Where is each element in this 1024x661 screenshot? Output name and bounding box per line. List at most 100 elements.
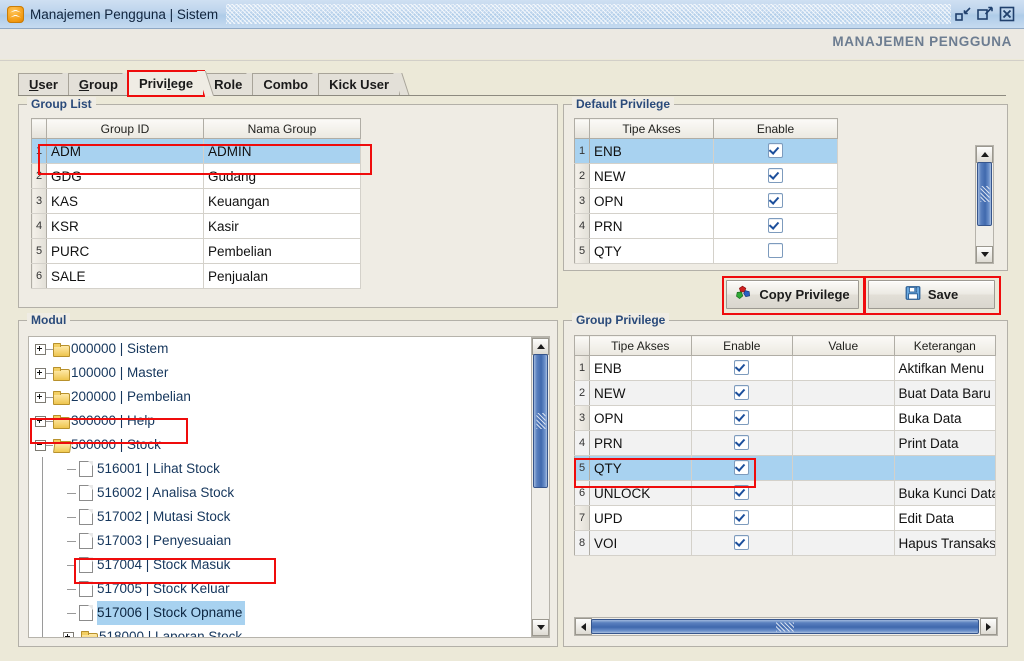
enable-cell[interactable]	[713, 238, 838, 264]
enable-checkbox[interactable]	[734, 510, 750, 525]
keterangan-cell[interactable]: Edit Data	[894, 505, 996, 531]
enable-checkbox[interactable]	[734, 535, 750, 550]
column-header[interactable]: Tipe Akses	[589, 118, 714, 139]
enable-checkbox[interactable]	[768, 218, 783, 233]
table-row[interactable]: 1 ENB Aktifkan Menu	[574, 355, 996, 381]
table-row[interactable]: 3 OPN	[574, 188, 838, 214]
table-row[interactable]: 4 PRN Print Data	[574, 430, 996, 456]
tree-node[interactable]: 517005 | Stock Keluar	[29, 577, 549, 601]
table-row[interactable]: 4 PRN	[574, 213, 838, 239]
table-row[interactable]: 5 PURC Pembelian	[31, 238, 361, 264]
table-row[interactable]: 5 QTY	[574, 238, 838, 264]
copy-privilege-button[interactable]: Copy Privilege	[726, 280, 859, 309]
keterangan-cell[interactable]: Hapus Transaksi	[894, 530, 996, 556]
modul-tree-scrollbar[interactable]	[531, 337, 550, 637]
enable-checkbox[interactable]	[734, 360, 750, 375]
enable-cell[interactable]	[713, 188, 838, 214]
group-name-cell[interactable]: ADMIN	[203, 138, 361, 164]
tab-privilege[interactable]: Privilege	[126, 70, 215, 97]
enable-checkbox[interactable]	[734, 435, 750, 450]
column-header[interactable]: Nama Group	[203, 118, 361, 139]
tree-expand-icon[interactable]	[63, 631, 74, 637]
group-id-cell[interactable]: ADM	[46, 138, 204, 164]
keterangan-cell[interactable]: Aktifkan Menu	[894, 355, 996, 381]
table-row[interactable]: 5 QTY	[574, 455, 996, 481]
table-row[interactable]: 7 UPD Edit Data	[574, 505, 996, 531]
value-cell[interactable]	[792, 455, 895, 481]
value-cell[interactable]	[792, 380, 895, 406]
table-row[interactable]: 1 ADM ADMIN	[31, 138, 361, 164]
tree-node[interactable]: 517003 | Penyesuaian	[29, 529, 549, 553]
tree-expand-icon[interactable]	[35, 391, 46, 403]
enable-cell[interactable]	[691, 430, 793, 456]
tipe-akses-cell[interactable]: UPD	[589, 505, 692, 531]
tipe-akses-cell[interactable]: PRN	[589, 213, 714, 239]
table-row[interactable]: 2 NEW Buat Data Baru	[574, 380, 996, 406]
tab-kick-user[interactable]: Kick User	[318, 73, 410, 96]
group-privilege-table[interactable]: Tipe Akses Enable Value Keterangan 1 ENB Aktif…	[574, 335, 996, 556]
column-header[interactable]: Value	[792, 335, 895, 356]
value-cell[interactable]	[792, 505, 895, 531]
column-header[interactable]: Tipe Akses	[589, 335, 692, 356]
tipe-akses-cell[interactable]: ENB	[589, 138, 714, 164]
tree-expand-icon[interactable]	[35, 415, 46, 427]
tree-node[interactable]: 517006 | Stock Opname	[29, 601, 549, 625]
tree-node[interactable]: 517002 | Mutasi Stock	[29, 505, 549, 529]
scrollbar-thumb[interactable]	[591, 619, 979, 634]
enable-checkbox[interactable]	[734, 410, 750, 425]
tree-expand-icon[interactable]	[35, 343, 46, 355]
enable-cell[interactable]	[691, 480, 793, 506]
enable-checkbox[interactable]	[768, 243, 783, 258]
group-id-cell[interactable]: GDG	[46, 163, 204, 189]
enable-checkbox[interactable]	[734, 460, 750, 475]
keterangan-cell[interactable]: Buat Data Baru	[894, 380, 996, 406]
group-name-cell[interactable]: Pembelian	[203, 238, 361, 264]
modul-tree[interactable]: 000000 | Sistem 100000 | Master 200000 | P…	[28, 336, 550, 638]
tree-node[interactable]: 500000 | Stock	[29, 433, 549, 457]
enable-checkbox[interactable]	[768, 168, 783, 183]
table-row[interactable]: 2 NEW	[574, 163, 838, 189]
maximize-icon[interactable]	[977, 6, 994, 22]
value-cell[interactable]	[792, 530, 895, 556]
tree-node[interactable]: 518000 | Laporan Stock	[29, 625, 549, 637]
scroll-down-button[interactable]	[532, 619, 549, 636]
scroll-up-button[interactable]	[976, 146, 993, 163]
enable-cell[interactable]	[691, 380, 793, 406]
tree-node[interactable]: 300000 | Help	[29, 409, 549, 433]
tipe-akses-cell[interactable]: QTY	[589, 238, 714, 264]
tree-node[interactable]: 516001 | Lihat Stock	[29, 457, 549, 481]
table-row[interactable]: 2 GDG Gudang	[31, 163, 361, 189]
scroll-right-button[interactable]	[980, 618, 997, 635]
tab-combo[interactable]: Combo	[252, 73, 329, 96]
tipe-akses-cell[interactable]: OPN	[589, 188, 714, 214]
tree-node[interactable]: 517004 | Stock Masuk	[29, 553, 549, 577]
scroll-left-button[interactable]	[575, 618, 592, 635]
tipe-akses-cell[interactable]: OPN	[589, 405, 692, 431]
column-header[interactable]: Enable	[713, 118, 838, 139]
column-header[interactable]: Keterangan	[894, 335, 996, 356]
enable-cell[interactable]	[691, 455, 793, 481]
group-name-cell[interactable]: Keuangan	[203, 188, 361, 214]
table-row[interactable]: 3 KAS Keuangan	[31, 188, 361, 214]
group-id-cell[interactable]: KSR	[46, 213, 204, 239]
default-privilege-table[interactable]: Tipe Akses Enable 1 ENB 2 NEW 3 OPN 4 PRN 5 QTY	[574, 118, 838, 264]
tipe-akses-cell[interactable]: NEW	[589, 380, 692, 406]
tree-node[interactable]: 516002 | Analisa Stock	[29, 481, 549, 505]
keterangan-cell[interactable]	[894, 455, 996, 481]
tipe-akses-cell[interactable]: QTY	[589, 455, 692, 481]
group-list-table[interactable]: Group ID Nama Group 1 ADM ADMIN 2 GDG Gudang 3 KA…	[31, 118, 361, 289]
scrollbar-thumb[interactable]	[533, 354, 548, 488]
enable-checkbox[interactable]	[734, 385, 750, 400]
table-row[interactable]: 8 VOI Hapus Transaksi	[574, 530, 996, 556]
enable-checkbox[interactable]	[768, 193, 783, 208]
group-id-cell[interactable]: SALE	[46, 263, 204, 289]
enable-cell[interactable]	[713, 138, 838, 164]
scroll-down-button[interactable]	[976, 246, 993, 263]
group-privilege-hscrollbar[interactable]	[574, 617, 998, 636]
tree-node[interactable]: 000000 | Sistem	[29, 337, 549, 361]
column-header[interactable]: Group ID	[46, 118, 204, 139]
column-header[interactable]: Enable	[691, 335, 793, 356]
tipe-akses-cell[interactable]: ENB	[589, 355, 692, 381]
enable-cell[interactable]	[691, 355, 793, 381]
scrollbar-thumb[interactable]	[977, 162, 992, 226]
